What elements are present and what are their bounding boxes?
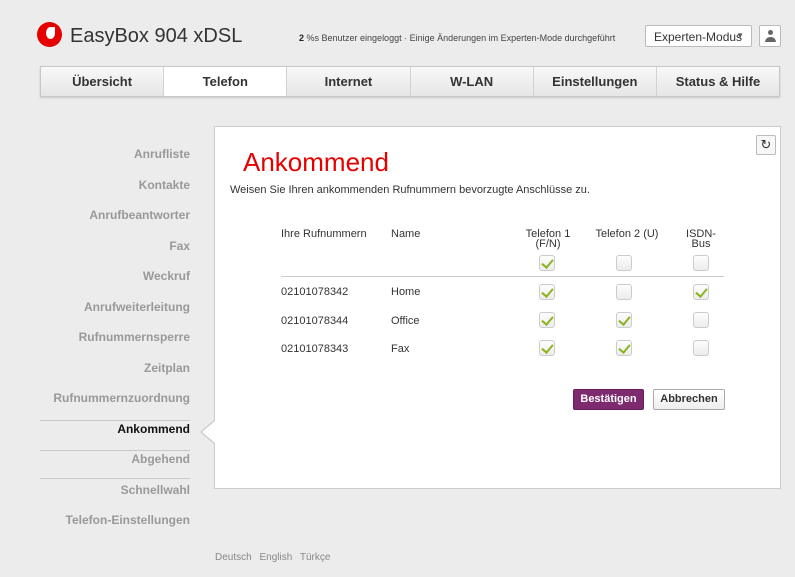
refresh-icon[interactable]: ↻ (756, 135, 776, 155)
select-all-phone1-checkbox[interactable] (539, 255, 555, 271)
tab-telefon[interactable]: Telefon (164, 67, 288, 96)
chevron-down-icon: ▼ (736, 31, 744, 40)
row-isdn-checkbox[interactable] (693, 340, 709, 356)
cancel-button[interactable]: Abbrechen (653, 389, 725, 410)
select-all-phone2-checkbox[interactable] (616, 255, 632, 271)
sidebar-item-anrufliste[interactable]: Anrufliste (40, 140, 198, 171)
column-header-isdn: ISDN- Bus (676, 229, 726, 250)
language-link-english[interactable]: English (259, 552, 292, 563)
sidebar-item-anrufbeantworter[interactable]: Anrufbeantworter (40, 201, 198, 232)
sidebar-item-zeitplan[interactable]: Zeitplan (40, 354, 198, 385)
tab-wlan[interactable]: W-LAN (411, 67, 534, 96)
confirm-button[interactable]: Bestätigen (573, 389, 644, 410)
sidebar-item-rufnummernsperre[interactable]: Rufnummernsperre (40, 323, 198, 354)
sidebar-item-telefon-einstellungen[interactable]: Telefon-Einstellungen (40, 506, 198, 537)
row-number: 02101078343 (281, 343, 349, 355)
language-switcher: Deutsch English Türkçe (215, 552, 335, 563)
brand-title: EasyBox 904 xDSL (70, 25, 243, 47)
language-link-tuerkce[interactable]: Türkçe (300, 552, 331, 563)
status-message: %s Benutzer eingeloggt · Einige Änderung… (304, 33, 616, 43)
sidebar-item-kontakte[interactable]: Kontakte (40, 171, 198, 202)
row-isdn-checkbox[interactable] (693, 284, 709, 300)
row-isdn-checkbox[interactable] (693, 312, 709, 328)
sidebar-item-rufnummernzuordnung[interactable]: Rufnummernzuordnung (40, 384, 198, 415)
table-divider (281, 276, 724, 277)
page-title: Ankommend (243, 147, 389, 177)
row-phone1-checkbox[interactable] (539, 312, 555, 328)
row-phone2-checkbox[interactable] (616, 340, 632, 356)
main-nav: Übersicht Telefon Internet W-LAN Einstel… (40, 66, 780, 97)
vodafone-logo-icon (37, 22, 62, 47)
sidebar-divider (40, 478, 190, 479)
language-link-deutsch[interactable]: Deutsch (215, 552, 252, 563)
page-description: Weisen Sie Ihren ankommenden Rufnummern … (230, 184, 590, 196)
mode-select[interactable]: Experten-Modus ▼ (645, 25, 752, 47)
login-status: 2 %s Benutzer eingeloggt · Einige Änderu… (299, 33, 615, 43)
sidebar-item-anrufweiterleitung[interactable]: Anrufweiterleitung (40, 293, 198, 324)
column-header-phone2: Telefon 2 (U) (595, 228, 659, 240)
tab-internet[interactable]: Internet (287, 67, 411, 96)
column-header-isdn-line2: Bus (691, 238, 711, 250)
column-header-phone1-line2: (F/N) (535, 238, 561, 250)
row-name: Fax (391, 343, 410, 355)
column-header-phone1: Telefon 1 (F/N) (518, 229, 578, 250)
user-icon (768, 30, 773, 35)
row-phone1-checkbox[interactable] (539, 284, 555, 300)
panel-pointer-fill (202, 421, 215, 443)
row-name: Home (391, 286, 421, 298)
select-all-isdn-checkbox[interactable] (693, 255, 709, 271)
sidebar-divider (40, 450, 190, 451)
row-number: 02101078344 (281, 315, 349, 327)
column-header-name: Name (391, 228, 421, 240)
sidebar-item-fax[interactable]: Fax (40, 232, 198, 263)
row-phone1-checkbox[interactable] (539, 340, 555, 356)
column-header-number: Ihre Rufnummern (281, 228, 367, 240)
tab-einstellungen[interactable]: Einstellungen (534, 67, 657, 96)
mode-select-value: Experten-Modus (654, 30, 743, 44)
user-button[interactable] (759, 25, 781, 47)
sidebar-item-schnellwahl[interactable]: Schnellwahl (40, 476, 198, 507)
user-icon-body (765, 37, 776, 42)
sidebar: Anrufliste Kontakte Anrufbeantworter Fax… (40, 140, 198, 537)
header: EasyBox 904 xDSL 2 %s Benutzer eingelogg… (0, 0, 795, 68)
sidebar-divider (40, 420, 190, 421)
row-phone2-checkbox[interactable] (616, 312, 632, 328)
row-phone2-checkbox[interactable] (616, 284, 632, 300)
row-number: 02101078342 (281, 286, 349, 298)
row-name: Office (391, 315, 420, 327)
tab-uebersicht[interactable]: Übersicht (41, 67, 165, 96)
sidebar-item-weckruf[interactable]: Weckruf (40, 262, 198, 293)
tab-status-hilfe[interactable]: Status & Hilfe (657, 67, 779, 96)
content-panel: ↻ Ankommend Weisen Sie Ihren ankommenden… (214, 126, 781, 489)
